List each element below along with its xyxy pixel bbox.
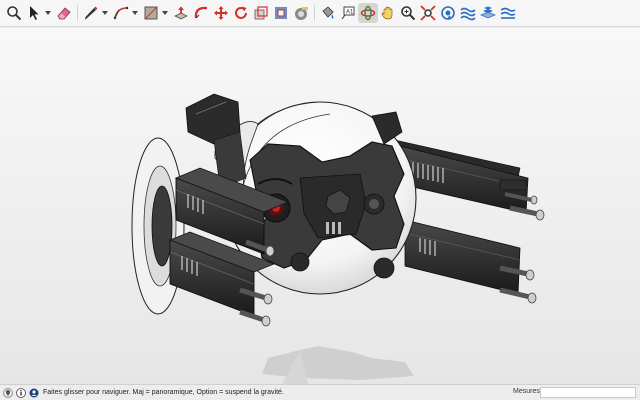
shape-dropdown[interactable] — [161, 3, 168, 23]
sandbox-drape-tool-button[interactable] — [498, 3, 518, 23]
rotate-tool-button[interactable] — [231, 3, 251, 23]
drone-arm-upper-right — [394, 139, 545, 221]
offset-icon — [275, 7, 287, 19]
account-status[interactable] — [29, 388, 39, 398]
select-arrow-icon — [30, 6, 39, 20]
toolbar-separator — [77, 5, 78, 21]
drone-side-disc — [131, 137, 185, 315]
drone-arm-lower-right — [404, 219, 537, 304]
rectangle-shape-icon — [144, 6, 158, 20]
svg-text:A1: A1 — [346, 10, 354, 16]
tape-measure-icon — [295, 7, 308, 20]
zoom-tool-button[interactable] — [4, 3, 24, 23]
shape-tool-button[interactable] — [141, 3, 161, 23]
follow-me-icon — [194, 6, 207, 19]
zoom-window-tool-button[interactable] — [398, 3, 418, 23]
push-pull-icon — [174, 6, 188, 20]
orbit-tool-button[interactable] — [358, 3, 378, 23]
sandbox-stamp-icon — [480, 6, 496, 19]
toolbar: A1 — [0, 0, 640, 27]
push-pull-tool-button[interactable] — [171, 3, 191, 23]
line-tool-button[interactable] — [81, 3, 101, 23]
arc-dropdown[interactable] — [131, 3, 138, 23]
tape-measure-tool-button[interactable] — [291, 3, 311, 23]
geo-pin-icon — [3, 387, 13, 398]
paint-bucket-icon — [322, 6, 334, 19]
select-dropdown[interactable] — [44, 3, 51, 23]
position-camera-tool-button[interactable] — [438, 3, 458, 23]
drone-shadow — [262, 346, 414, 384]
credits-status[interactable] — [16, 387, 26, 398]
status-bar: Faites glisser pour naviguer. Maj = pano… — [0, 384, 640, 400]
sandbox-smoove-icon — [460, 7, 476, 21]
scale-tool-button[interactable] — [251, 3, 271, 23]
chevron-down-icon — [131, 11, 138, 15]
geolocation-status[interactable] — [3, 387, 13, 398]
arc-tool-button[interactable] — [111, 3, 131, 23]
measure-label: Mesures — [513, 388, 540, 395]
zoom-window-icon — [401, 6, 416, 21]
text-label-icon: A1 — [341, 6, 355, 20]
user-icon — [29, 388, 39, 397]
sandbox-stamp-tool-button[interactable] — [478, 3, 498, 23]
zoom-extents-icon — [420, 5, 436, 21]
sandbox-drape-icon — [500, 7, 516, 19]
orbit-icon — [360, 5, 376, 21]
eraser-icon — [57, 7, 71, 20]
chevron-down-icon — [44, 11, 51, 15]
scale-icon — [254, 6, 268, 20]
info-icon — [16, 387, 26, 398]
offset-tool-button[interactable] — [271, 3, 291, 23]
zoom-icon — [7, 6, 22, 21]
sandbox-smoove-tool-button[interactable] — [458, 3, 478, 23]
chevron-down-icon — [161, 11, 168, 15]
pencil-line-icon — [85, 6, 98, 20]
line-dropdown[interactable] — [101, 3, 108, 23]
arc-icon — [113, 6, 129, 20]
chevron-down-icon — [101, 11, 108, 15]
select-tool-button[interactable] — [24, 3, 44, 23]
paint-bucket-tool-button[interactable] — [318, 3, 338, 23]
move-tool-button[interactable] — [211, 3, 231, 23]
pan-hand-icon — [381, 6, 393, 20]
pan-tool-button[interactable] — [378, 3, 398, 23]
status-hint-text: Faites glisser pour naviguer. Maj = pano… — [43, 389, 284, 396]
rotate-icon — [235, 6, 247, 19]
text-tool-button[interactable]: A1 — [338, 3, 358, 23]
measurements-input[interactable] — [540, 387, 636, 398]
move-icon — [214, 6, 228, 20]
zoom-extents-tool-button[interactable] — [418, 3, 438, 23]
toolbar-separator — [314, 5, 315, 21]
model-viewport[interactable] — [0, 28, 640, 384]
eraser-tool-button[interactable] — [54, 3, 74, 23]
follow-me-tool-button[interactable] — [191, 3, 211, 23]
model-scene[interactable] — [0, 28, 640, 384]
position-camera-icon — [441, 6, 455, 20]
